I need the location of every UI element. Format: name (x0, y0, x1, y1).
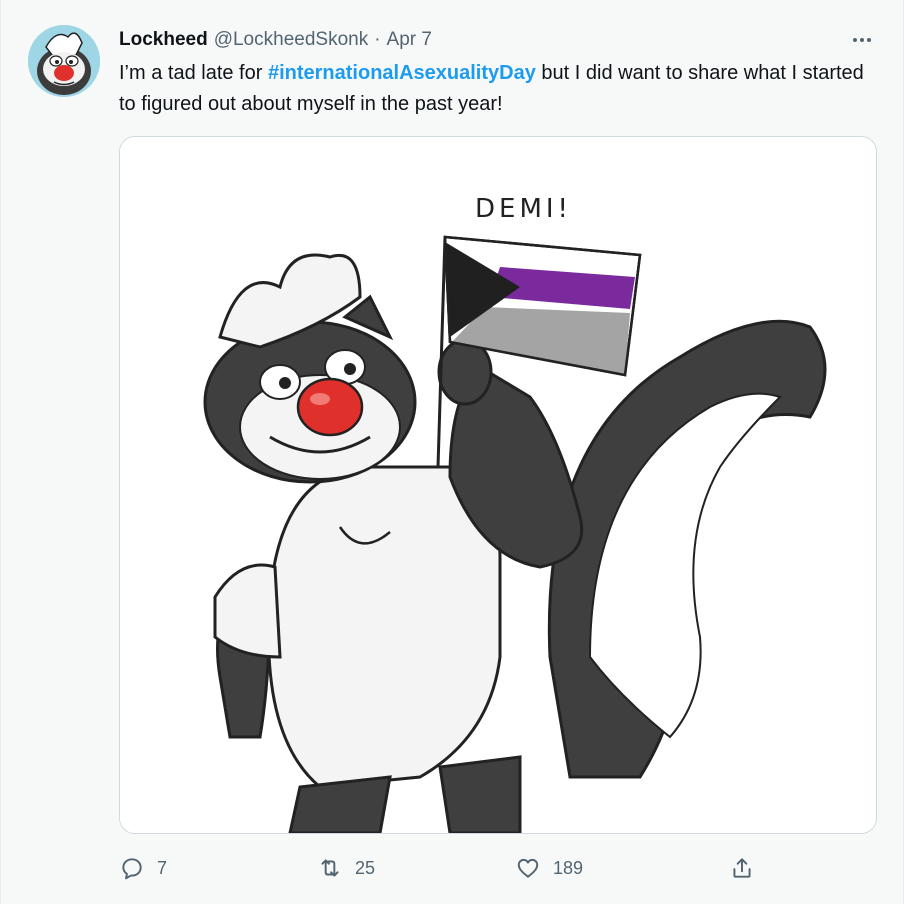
tweet-card: Lockheed @LockheedSkonk · Apr 7 I’m a ta… (0, 0, 904, 904)
action-bar: 7 25 189 (119, 848, 879, 888)
skunk-illustration: DEMI! (120, 137, 876, 833)
avatar-image (28, 25, 100, 97)
like-button[interactable]: 189 (515, 854, 583, 882)
author-handle[interactable]: @LockheedSkonk (214, 29, 369, 51)
tweet-text-before: I’m a tad late for (119, 62, 268, 84)
flag-caption: DEMI! (475, 194, 572, 224)
reply-count: 7 (157, 857, 168, 878)
tweet-text: I’m a tad late for #internationalAsexual… (119, 58, 879, 120)
retweet-button[interactable]: 25 (317, 854, 375, 882)
tweet-date[interactable]: Apr 7 (387, 29, 432, 51)
tweet-media[interactable]: DEMI! (119, 136, 877, 834)
reply-button[interactable]: 7 (119, 854, 167, 882)
hashtag-link[interactable]: #internationalAsexualityDay (268, 62, 536, 84)
author-name[interactable]: Lockheed (119, 29, 208, 51)
reply-icon (122, 858, 142, 880)
like-icon (517, 858, 539, 878)
separator: · (374, 29, 381, 50)
like-count: 189 (553, 857, 584, 878)
retweet-icon (321, 859, 339, 877)
tweet-header: Lockheed @LockheedSkonk · Apr 7 (119, 26, 432, 54)
avatar[interactable] (28, 25, 100, 97)
retweet-count: 25 (355, 857, 376, 878)
more-icon[interactable] (847, 28, 877, 52)
share-button[interactable] (729, 854, 755, 882)
share-icon (733, 858, 751, 878)
